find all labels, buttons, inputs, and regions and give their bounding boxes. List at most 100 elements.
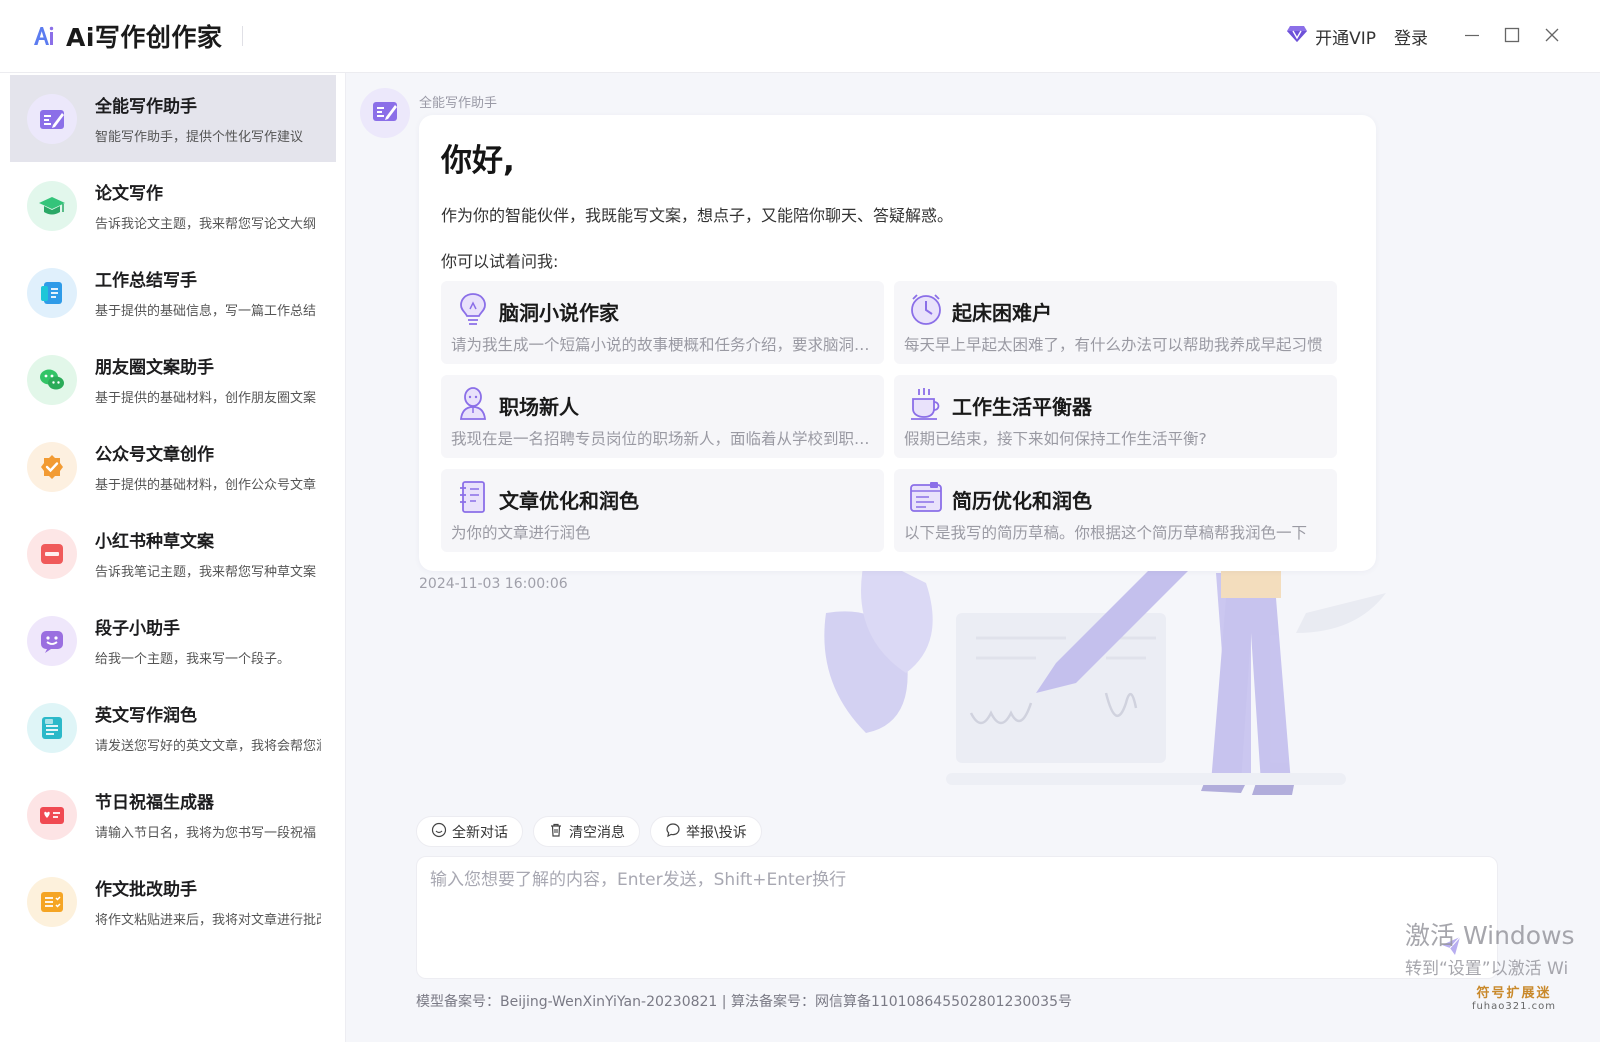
filing-footer: 模型备案号：Beijing-WenXinYiYan-20230821 | 算法备… — [416, 994, 1072, 1010]
maximize-icon — [1504, 27, 1520, 47]
sidebar-item-title: 公众号文章创作 — [95, 445, 214, 465]
ai-logo-icon — [30, 23, 56, 49]
suggestion-title: 职场新人 — [499, 395, 579, 419]
sidebar-item-desc: 基于提供的基础信息，写一篇工作总结 — [95, 304, 317, 319]
sidebar-item-official-account[interactable]: 公众号文章创作 基于提供的基础材料，创作公众号文章 — [10, 423, 336, 510]
document-icon — [27, 267, 77, 318]
sidebar-item-desc: 给我一个主题，我来写一个段子。 — [95, 652, 291, 667]
report-button[interactable]: 举报\投诉 — [650, 816, 762, 847]
person-icon — [455, 385, 491, 421]
checklist-icon — [27, 876, 77, 927]
suggestion-desc: 每天早上早起太困难了，有什么办法可以帮助我养成早起习惯 — [904, 336, 1323, 354]
sidebar-item-moments-copy[interactable]: 朋友圈文案助手 基于提供的基础材料，创作朋友圈文案 — [10, 336, 336, 423]
wechat-icon — [27, 354, 77, 405]
chat-area: 全能写作助手 你好, 作为你的智能伙伴，我既能写文案，想点子，又能陪你聊天、答疑… — [346, 73, 1600, 1042]
bot-name: 全能写作助手 — [419, 96, 498, 111]
chat-actions: 全新对话 清空消息 举报\投诉 — [416, 816, 772, 847]
resume-icon — [908, 479, 944, 515]
sidebar-item-desc: 告诉我笔记主题，我来帮您写种草文案 — [95, 565, 317, 580]
sidebar: 全能写作助手 智能写作助手，提供个性化写作建议 论文写作 告诉我论文主题，我来帮… — [0, 73, 346, 1042]
sidebar-item-title: 节日祝福生成器 — [95, 793, 214, 813]
open-vip-button[interactable]: 开通VIP — [1286, 24, 1376, 49]
login-button[interactable]: 登录 — [1394, 24, 1428, 49]
suggestion-card[interactable]: 起床困难户 每天早上早起太困难了，有什么办法可以帮助我养成早起习惯 — [894, 281, 1337, 364]
greeting-heading: 你好, — [441, 143, 515, 179]
smiley-chat-icon — [27, 615, 77, 666]
sidebar-item-desc: 基于提供的基础材料，创作公众号文章 — [95, 478, 317, 493]
trash-icon — [548, 822, 569, 842]
sidebar-item-title: 工作总结写手 — [95, 271, 197, 291]
try-asking-label: 你可以试着问我: — [441, 252, 559, 271]
sidebar-item-title: 论文写作 — [95, 184, 163, 204]
sidebar-item-title: 小红书种草文案 — [95, 532, 214, 552]
site-watermark: 符号扩展迷 fuhao321.com — [1468, 982, 1560, 1012]
suggestion-title: 简历优化和润色 — [952, 489, 1092, 513]
suggestion-desc: 请为我生成一个短篇小说的故事梗概和任务介绍，要求脑洞大开 — [451, 336, 876, 354]
site-watermark-url: fuhao321.com — [1471, 1001, 1557, 1012]
greeting-card-icon — [27, 789, 77, 840]
title-bar: Ai写作创作家 开通VIP 登录 — [0, 0, 1600, 73]
suggestion-card[interactable]: 脑洞小说作家 请为我生成一个短篇小说的故事梗概和任务介绍，要求脑洞大开 — [441, 281, 884, 364]
watermark-line1: 激活 Windows — [1405, 921, 1575, 950]
report-label: 举报\投诉 — [686, 824, 747, 841]
sidebar-item-thesis[interactable]: 论文写作 告诉我论文主题，我来帮您写论文大纲 — [10, 162, 336, 249]
lightbulb-icon — [455, 291, 491, 327]
suggestion-card[interactable]: 简历优化和润色 以下是我写的简历草稿。你根据这个简历草稿帮我润色一下 — [894, 469, 1337, 552]
welcome-card: 你好, 作为你的智能伙伴，我既能写文案，想点子，又能陪你聊天、答疑解惑。 你可以… — [419, 115, 1376, 571]
bot-avatar — [360, 88, 410, 138]
suggestion-title: 文章优化和润色 — [499, 489, 639, 513]
message-input[interactable] — [417, 857, 1497, 978]
suggestion-card[interactable]: 职场新人 我现在是一名招聘专员岗位的职场新人，面临着从学校到职场的转变 — [441, 375, 884, 458]
graduation-cap-icon — [27, 180, 77, 231]
notebook-icon — [455, 479, 491, 515]
suggestion-desc: 以下是我写的简历草稿。你根据这个简历草稿帮我润色一下 — [904, 524, 1308, 542]
sidebar-item-xiaohongshu[interactable]: 小红书种草文案 告诉我笔记主题，我来帮您写种草文案 — [10, 510, 336, 597]
verified-badge-icon — [27, 441, 77, 492]
sidebar-item-english-polish[interactable]: 英文写作润色 请发送您写好的英文文章，我将会帮您润色 — [10, 684, 336, 771]
pen-edit-icon — [27, 93, 77, 144]
app-logo: Ai写作创作家 — [30, 18, 244, 54]
sidebar-item-title: 全能写作助手 — [95, 97, 197, 117]
suggestion-title: 脑洞小说作家 — [499, 301, 619, 325]
close-icon — [1544, 27, 1560, 47]
new-chat-label: 全新对话 — [452, 824, 508, 841]
close-button[interactable] — [1532, 17, 1572, 57]
xiaohongshu-icon — [27, 528, 77, 579]
suggestion-title: 起床困难户 — [952, 301, 1052, 325]
coffee-cup-icon — [908, 385, 944, 421]
sidebar-item-all-round-writer[interactable]: 全能写作助手 智能写作助手，提供个性化写作建议 — [10, 75, 336, 162]
watermark-line2: 转到“设置”以激活 Wi — [1405, 959, 1569, 979]
sidebar-item-title: 作文批改助手 — [95, 880, 197, 900]
sidebar-item-holiday-greeting[interactable]: 节日祝福生成器 请输入节日名，我将为您书写一段祝福 — [10, 771, 336, 858]
sidebar-item-title: 段子小助手 — [95, 619, 180, 639]
sidebar-item-desc: 告诉我论文主题，我来帮您写论文大纲 — [95, 217, 317, 232]
windows-activation-watermark: 激活 Windows 转到“设置”以激活 Wi — [1405, 916, 1575, 979]
suggestion-title: 工作生活平衡器 — [952, 395, 1092, 419]
sidebar-item-desc: 请发送您写好的英文文章，我将会帮您润色 — [95, 739, 321, 754]
maximize-button[interactable] — [1492, 17, 1532, 57]
suggestion-card[interactable]: 文章优化和润色 为你的文章进行润色 — [441, 469, 884, 552]
suggestion-card[interactable]: 工作生活平衡器 假期已结束，接下来如何保持工作生活平衡? — [894, 375, 1337, 458]
sidebar-item-essay-correction[interactable]: 作文批改助手 将作文粘贴进来后，我将对文章进行批改 — [10, 858, 336, 945]
sidebar-item-desc: 基于提供的基础材料，创作朋友圈文案 — [95, 391, 317, 406]
new-chat-button[interactable]: 全新对话 — [416, 816, 523, 847]
clear-messages-label: 清空消息 — [569, 824, 625, 841]
clock-icon — [908, 291, 944, 327]
sidebar-item-title: 英文写作润色 — [95, 706, 197, 726]
clear-messages-button[interactable]: 清空消息 — [533, 816, 640, 847]
sidebar-item-desc: 智能写作助手，提供个性化写作建议 — [95, 130, 304, 145]
minimize-icon — [1464, 27, 1480, 47]
chat-smile-icon — [431, 822, 452, 842]
suggestion-desc: 我现在是一名招聘专员岗位的职场新人，面临着从学校到职场的转变 — [451, 430, 876, 448]
minimize-button[interactable] — [1452, 17, 1492, 57]
site-watermark-name: 符号扩展迷 — [1476, 986, 1552, 1001]
suggestion-desc: 为你的文章进行润色 — [451, 524, 591, 542]
vip-label: 开通VIP — [1315, 29, 1376, 49]
pen-edit-icon — [370, 96, 400, 130]
sidebar-item-work-summary[interactable]: 工作总结写手 基于提供的基础信息，写一篇工作总结 — [10, 249, 336, 336]
english-doc-icon — [27, 702, 77, 753]
chat-bubble-icon — [665, 822, 686, 842]
sidebar-item-jokes[interactable]: 段子小助手 给我一个主题，我来写一个段子。 — [10, 597, 336, 684]
intro-text: 作为你的智能伙伴，我既能写文案，想点子，又能陪你聊天、答疑解惑。 — [441, 206, 954, 225]
app-title: Ai写作创作家 — [66, 23, 223, 52]
